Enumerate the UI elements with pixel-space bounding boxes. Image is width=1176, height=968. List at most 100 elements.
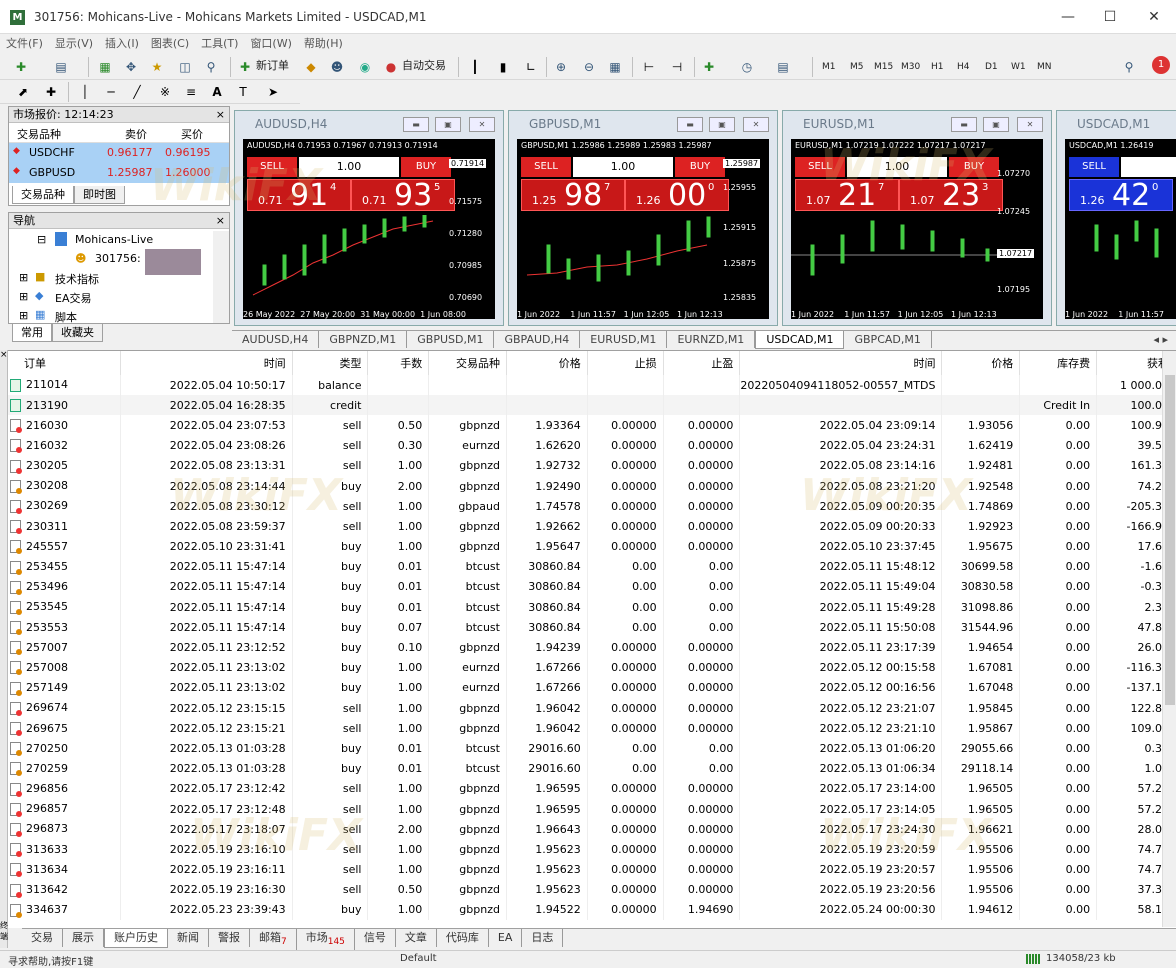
templates-icon[interactable]: ▤ (774, 58, 792, 76)
signals-icon[interactable]: ☻ (328, 58, 346, 76)
col-symbol[interactable]: 交易品种 (17, 126, 61, 142)
table-row[interactable]: 270259 2022.05.13 01:03:28 buy 0.01 btcust 29… (8, 758, 1176, 779)
col-type[interactable]: 类型 (292, 351, 369, 375)
table-row[interactable]: 313633 2022.05.19 23:16:10 sell 1.00 gbpnzd 1… (8, 839, 1176, 860)
table-row[interactable]: 257149 2022.05.11 23:13:02 buy 1.00 eurnzd 1.… (8, 677, 1176, 698)
chart-tab[interactable]: GBPNZD,M1 (319, 331, 408, 348)
tf-w1[interactable]: W1 (1011, 58, 1026, 76)
col-order[interactable]: 订单 (8, 351, 122, 375)
tab-journal[interactable]: 日志 (522, 929, 564, 947)
tab-mailbox[interactable]: 邮箱7 (250, 929, 297, 952)
table-row[interactable]: 269674 2022.05.12 23:15:15 sell 1.00 gbpnzd 1… (8, 698, 1176, 719)
menu-help[interactable]: 帮助(H) (298, 34, 349, 54)
close-icon[interactable]: ✕ (743, 117, 769, 132)
table-row[interactable]: 313642 2022.05.19 23:16:30 sell 0.50 gbpnzd 1… (8, 879, 1176, 900)
tab-account-history[interactable]: 账户历史 (104, 929, 168, 948)
tab-signals[interactable]: 信号 (355, 929, 396, 947)
sell-button[interactable]: SELL (521, 157, 571, 177)
table-row[interactable]: 230311 2022.05.08 23:59:37 sell 1.00 gbpnzd 1… (8, 516, 1176, 537)
chart-tab[interactable]: GBPCAD,M1 (844, 331, 932, 348)
ask-price-box[interactable]: 1.07 23 3 (899, 178, 1003, 213)
new-chart-icon[interactable]: ✚ (12, 58, 30, 76)
tree-expand-icon[interactable]: ⊞ (19, 309, 28, 322)
ask-price-box[interactable]: 0.71 93 5 (351, 178, 455, 213)
lot-size-input[interactable]: 1.00 (847, 157, 947, 177)
maximize-button[interactable]: ☐ (1088, 6, 1132, 28)
col-open-time[interactable]: 时间 (120, 351, 293, 375)
chart-window-gbpusd[interactable]: GBPUSD,M1 ▬ ▣ ✕ GBPUSD,M1 1.25986 1.25989 … (508, 110, 778, 326)
tab-market[interactable]: 市场145 (297, 929, 355, 952)
metaeditor-icon[interactable]: ◆ (302, 58, 320, 76)
trendline-icon[interactable]: ╱ (128, 83, 146, 101)
tree-collapse-icon[interactable]: ⊟ (37, 233, 46, 246)
menu-view[interactable]: 显示(V) (49, 34, 99, 54)
shapes-icon[interactable]: ➤ (264, 83, 282, 101)
tf-m15[interactable]: M15 (874, 58, 893, 76)
col-open-price[interactable]: 价格 (506, 351, 588, 375)
chart-canvas[interactable]: EURUSD,M1 1.07219 1.07222 1.07217 1.0721… (791, 139, 1043, 319)
search-icon[interactable]: ⚲ (1120, 58, 1138, 76)
tab-scroll-arrows[interactable]: ◂ ▸ (1153, 331, 1168, 348)
tab-articles[interactable]: 文章 (396, 929, 437, 947)
zoom-in-icon[interactable]: ⊕ (552, 58, 570, 76)
tab-code-base[interactable]: 代码库 (437, 929, 489, 947)
candlestick-icon[interactable]: ▮ (494, 58, 512, 76)
chart-tab[interactable]: EURUSD,M1 (580, 331, 668, 348)
lot-size-input[interactable] (1121, 157, 1176, 177)
buy-button[interactable]: BUY (401, 157, 451, 177)
chart-canvas[interactable]: USDCAD,M1 1.26419 SELL 1.26 42 0 1 Jun 202… (1065, 139, 1176, 319)
line-chart-icon[interactable]: ∟ (522, 58, 540, 76)
table-scrollbar[interactable] (1162, 351, 1176, 927)
lot-size-input[interactable]: 1.00 (299, 157, 399, 177)
autotrade-icon[interactable]: ● (382, 58, 400, 76)
cursor-icon[interactable]: ⬈ (14, 83, 32, 101)
table-row[interactable]: 253545 2022.05.11 15:47:14 buy 0.01 btcust 30… (8, 597, 1176, 618)
col-sl[interactable]: 止损 (587, 351, 664, 375)
col-close-price[interactable]: 价格 (941, 351, 1021, 375)
menu-tools[interactable]: 工具(T) (195, 34, 244, 54)
table-row[interactable]: 270250 2022.05.13 01:03:28 buy 0.01 btcust 29… (8, 738, 1176, 759)
bar-chart-icon[interactable]: ┃ (466, 58, 484, 76)
lot-size-input[interactable]: 1.00 (573, 157, 673, 177)
col-symbol[interactable]: 交易品种 (428, 351, 507, 375)
table-row[interactable]: 296856 2022.05.17 23:12:42 sell 1.00 gbpnzd 1… (8, 778, 1176, 799)
close-icon[interactable]: ✕ (469, 117, 495, 132)
text-label-icon[interactable]: T (234, 83, 252, 101)
table-row[interactable]: 257008 2022.05.11 23:13:02 buy 1.00 eurnzd 1.… (8, 657, 1176, 678)
tf-m30[interactable]: M30 (901, 58, 920, 76)
col-tp[interactable]: 止盈 (663, 351, 741, 375)
col-bid[interactable]: 卖价 (125, 126, 147, 142)
nav-account-group[interactable]: Mohicans-Live (75, 233, 153, 246)
tab-news[interactable]: 新闻 (168, 929, 209, 947)
navigator-icon[interactable]: ★ (148, 58, 166, 76)
table-row[interactable]: 253455 2022.05.11 15:47:14 buy 0.01 btcust 30… (8, 556, 1176, 577)
sell-button[interactable]: SELL (247, 157, 297, 177)
zoom-out-icon[interactable]: ⊖ (580, 58, 598, 76)
chart-tab[interactable]: AUDUSD,H4 (232, 331, 320, 348)
tf-h1[interactable]: H1 (931, 58, 944, 76)
bid-price-box[interactable]: 1.25 98 7 (521, 178, 625, 213)
tab-favorites[interactable]: 收藏夹 (52, 324, 103, 342)
table-row[interactable]: 230208 2022.05.08 23:14:44 buy 2.00 gbpnzd 1.… (8, 475, 1176, 497)
table-row[interactable]: 257007 2022.05.11 23:12:52 buy 0.10 gbpnzd 1.… (8, 637, 1176, 658)
table-row[interactable]: 313634 2022.05.19 23:16:11 sell 1.00 gbpnzd 1… (8, 859, 1176, 880)
new-order-button[interactable]: 新订单 (256, 57, 289, 75)
table-row[interactable]: 296873 2022.05.17 23:18:07 sell 2.00 gbpnzd 1… (8, 819, 1176, 840)
market-icon[interactable]: ◉ (356, 58, 374, 76)
chart-tab[interactable]: GBPUSD,M1 (407, 331, 495, 348)
table-row[interactable]: 211014 2022.05.04 10:50:17 balance 20220504… (8, 375, 1176, 396)
table-row[interactable]: 216030 2022.05.04 23:07:53 sell 0.50 gbpnzd 1… (8, 415, 1176, 436)
table-row[interactable]: 245557 2022.05.10 23:31:41 buy 1.00 gbpnzd 1.… (8, 536, 1176, 557)
bid-price-box[interactable]: 1.07 21 7 (795, 178, 899, 213)
col-volume[interactable]: 手数 (367, 351, 430, 375)
chart-canvas[interactable]: GBPUSD,M1 1.25986 1.25989 1.25983 1.2598… (517, 139, 769, 319)
tile-windows-icon[interactable]: ▦ (606, 58, 624, 76)
tf-mn[interactable]: MN (1037, 58, 1052, 76)
new-order-icon[interactable]: ✚ (236, 58, 254, 76)
periods-clock-icon[interactable]: ◷ (738, 58, 756, 76)
chart-window-eurusd[interactable]: EURUSD,M1 ▬ ▣ ✕ EURUSD,M1 1.07219 1.07222 … (782, 110, 1052, 326)
horizontal-line-icon[interactable]: ─ (102, 83, 120, 101)
sell-button[interactable]: SELL (795, 157, 845, 177)
chart-tab-active[interactable]: USDCAD,M1 (755, 331, 845, 349)
table-row[interactable]: 230205 2022.05.08 23:13:31 sell 1.00 gbpnzd 1… (8, 455, 1176, 476)
